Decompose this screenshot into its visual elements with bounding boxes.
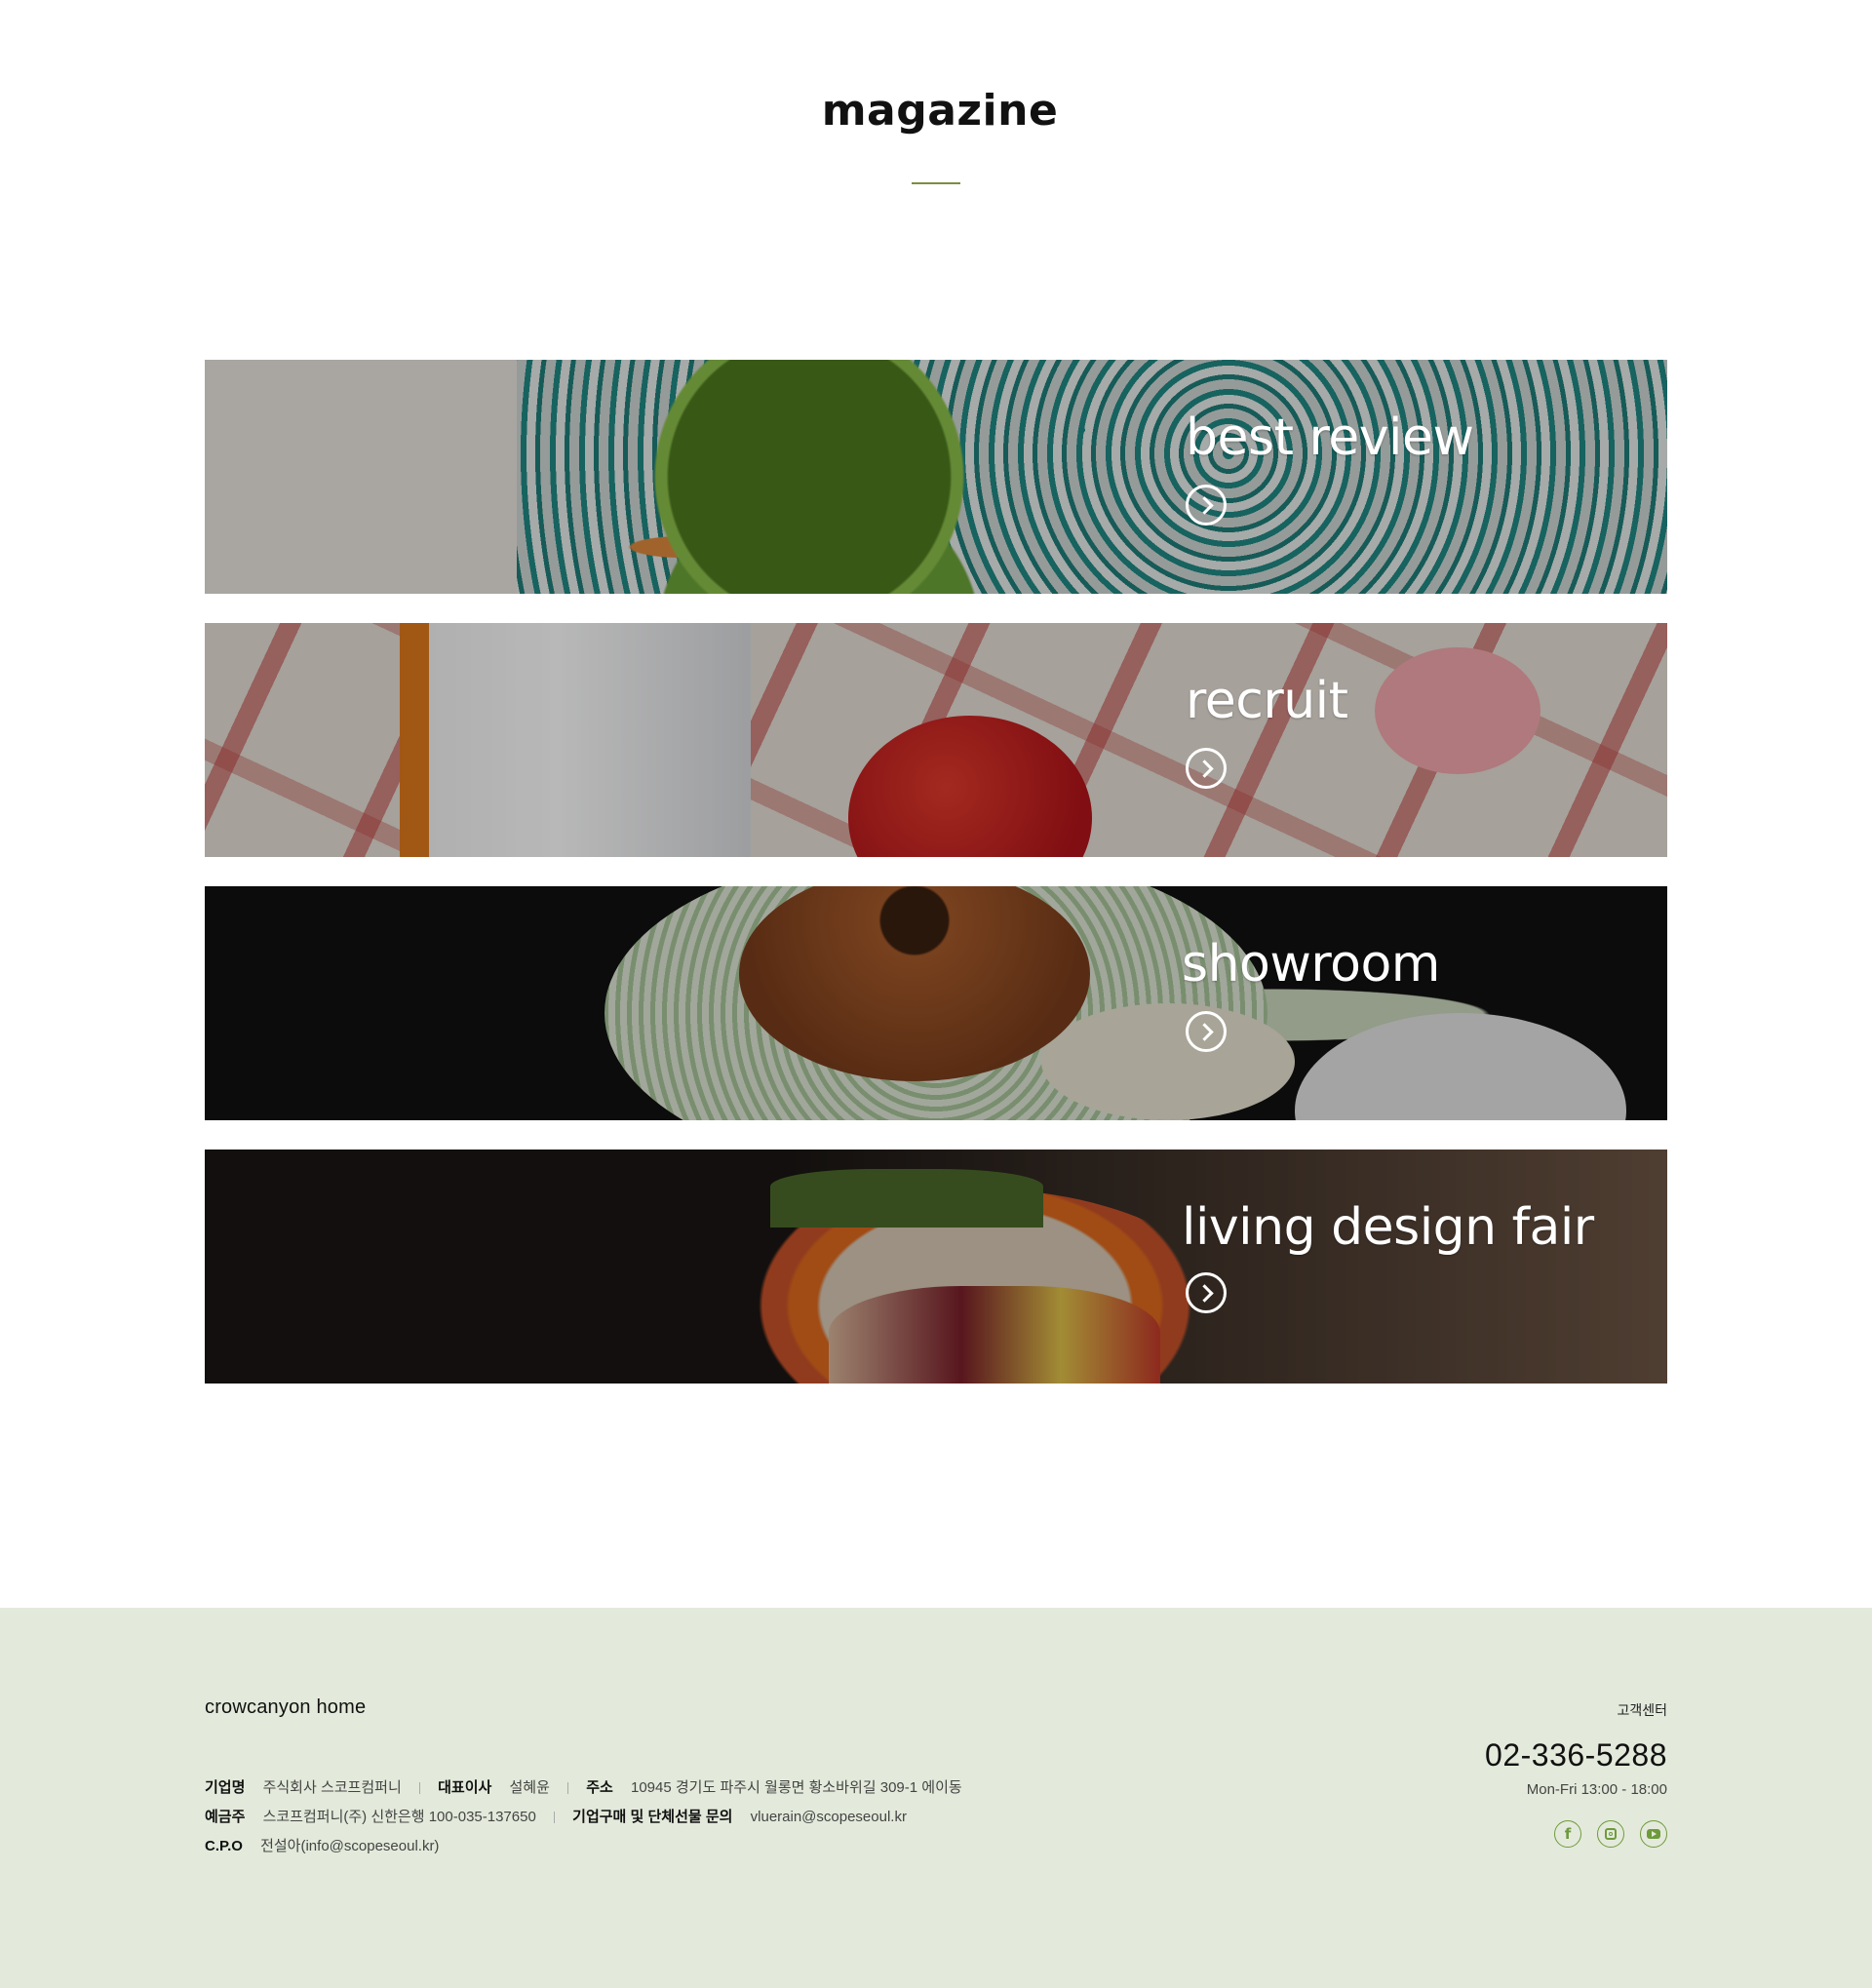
ceo-key: 대표이사 bbox=[438, 1779, 492, 1796]
account-value: 스코프컴퍼니(주) 신한은행 100-035-137650 bbox=[262, 1809, 536, 1825]
inquiry-email[interactable]: vluerain@scopeseoul.kr bbox=[751, 1809, 907, 1825]
address-key: 주소 bbox=[586, 1779, 613, 1796]
instagram-icon[interactable] bbox=[1597, 1820, 1624, 1848]
banner-label: recruit bbox=[1186, 672, 1348, 730]
youtube-icon[interactable] bbox=[1640, 1820, 1667, 1848]
arrow-right-circle-icon[interactable] bbox=[1186, 748, 1227, 789]
footer-brand[interactable]: crowcanyon home bbox=[205, 1696, 366, 1719]
banner-recruit[interactable]: recruit bbox=[205, 623, 1667, 857]
banner-living-design-fair[interactable]: living design fair bbox=[205, 1150, 1667, 1384]
banner-showroom[interactable]: showroom bbox=[205, 886, 1667, 1120]
site-footer: crowcanyon home 기업명 주식회사 스코프컴퍼니 대표이사 설혜윤… bbox=[0, 1608, 1872, 1988]
cpo-value: 전설아(info@scopeseoul.kr) bbox=[260, 1838, 440, 1854]
title-underline bbox=[912, 182, 960, 184]
facebook-icon[interactable]: f bbox=[1554, 1820, 1581, 1848]
company-info-row: 예금주 스코프컴퍼니(주) 신한은행 100-035-137650 기업구매 및… bbox=[205, 1803, 976, 1832]
divider bbox=[553, 1812, 555, 1824]
address-value: 10945 경기도 파주시 월롱면 황소바위길 309-1 에이동 bbox=[631, 1779, 962, 1796]
ceo-value: 설혜윤 bbox=[509, 1779, 550, 1796]
customer-center-phone[interactable]: 02-336-5288 bbox=[1485, 1737, 1667, 1774]
arrow-right-circle-icon[interactable] bbox=[1186, 485, 1227, 526]
company-info: 기업명 주식회사 스코프컴퍼니 대표이사 설혜윤 주소 10945 경기도 파주… bbox=[205, 1774, 976, 1861]
account-key: 예금주 bbox=[205, 1809, 246, 1825]
arrow-right-circle-icon[interactable] bbox=[1186, 1011, 1227, 1052]
divider bbox=[567, 1782, 569, 1795]
banner-label: best review bbox=[1186, 409, 1474, 467]
page-title: magazine bbox=[821, 86, 1059, 136]
banner-label: showroom bbox=[1182, 935, 1440, 994]
banner-label: living design fair bbox=[1182, 1198, 1594, 1257]
cpo-key: C.P.O bbox=[205, 1838, 243, 1854]
company-name-value: 주식회사 스코프컴퍼니 bbox=[262, 1779, 402, 1796]
social-links: f bbox=[1554, 1820, 1667, 1848]
inquiry-key: 기업구매 및 단체선물 문의 bbox=[572, 1809, 733, 1825]
company-info-row: C.P.O 전설아(info@scopeseoul.kr) bbox=[205, 1832, 976, 1861]
customer-center: 고객센터 02-336-5288 Mon-Fri 13:00 - 18:00 bbox=[1485, 1700, 1667, 1798]
divider bbox=[418, 1782, 420, 1795]
customer-center-hours: Mon-Fri 13:00 - 18:00 bbox=[1526, 1781, 1667, 1798]
company-info-row: 기업명 주식회사 스코프컴퍼니 대표이사 설혜윤 주소 10945 경기도 파주… bbox=[205, 1774, 976, 1803]
arrow-right-circle-icon[interactable] bbox=[1186, 1272, 1227, 1313]
company-name-key: 기업명 bbox=[205, 1779, 246, 1796]
banner-best-review[interactable]: best review bbox=[205, 360, 1667, 594]
page-header: magazine bbox=[0, 0, 1872, 292]
customer-center-label: 고객센터 bbox=[1617, 1702, 1667, 1718]
